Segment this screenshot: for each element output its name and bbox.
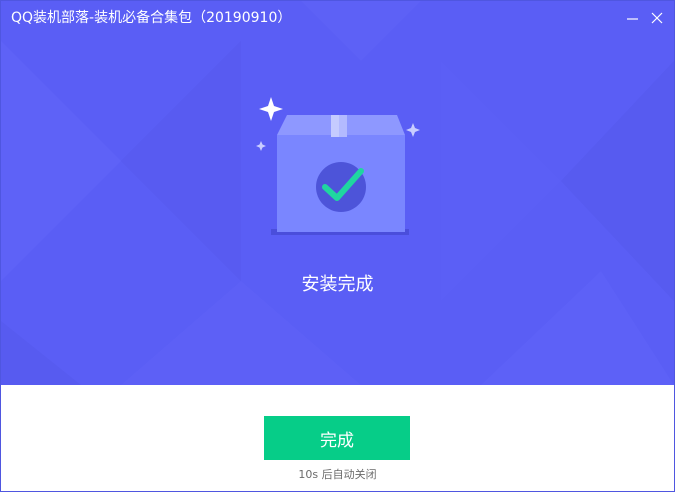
auto-close-countdown: 10s 后自动关闭 — [298, 468, 377, 481]
sparkle-icon — [259, 97, 283, 121]
window-title: QQ装机部落-装机必备合集包（20190910） — [11, 10, 292, 26]
finish-button[interactable]: 完成 — [264, 416, 410, 460]
minimize-icon — [627, 18, 638, 20]
hero-panel: QQ装机部落-装机必备合集包（20190910） 安装完成 — [1, 1, 674, 385]
close-icon — [651, 12, 663, 24]
sparkle-icon — [406, 123, 420, 137]
close-button[interactable] — [647, 8, 667, 28]
title-bar[interactable]: QQ装机部落-装机必备合集包（20190910） — [1, 1, 674, 35]
installer-window: QQ装机部落-装机必备合集包（20190910） 安装完成 完成 10s 后自动… — [0, 0, 675, 492]
minimize-button[interactable] — [623, 8, 643, 28]
install-status: 安装完成 — [301, 274, 374, 295]
sparkle-icon — [256, 141, 266, 151]
package-check-icon — [256, 97, 420, 235]
